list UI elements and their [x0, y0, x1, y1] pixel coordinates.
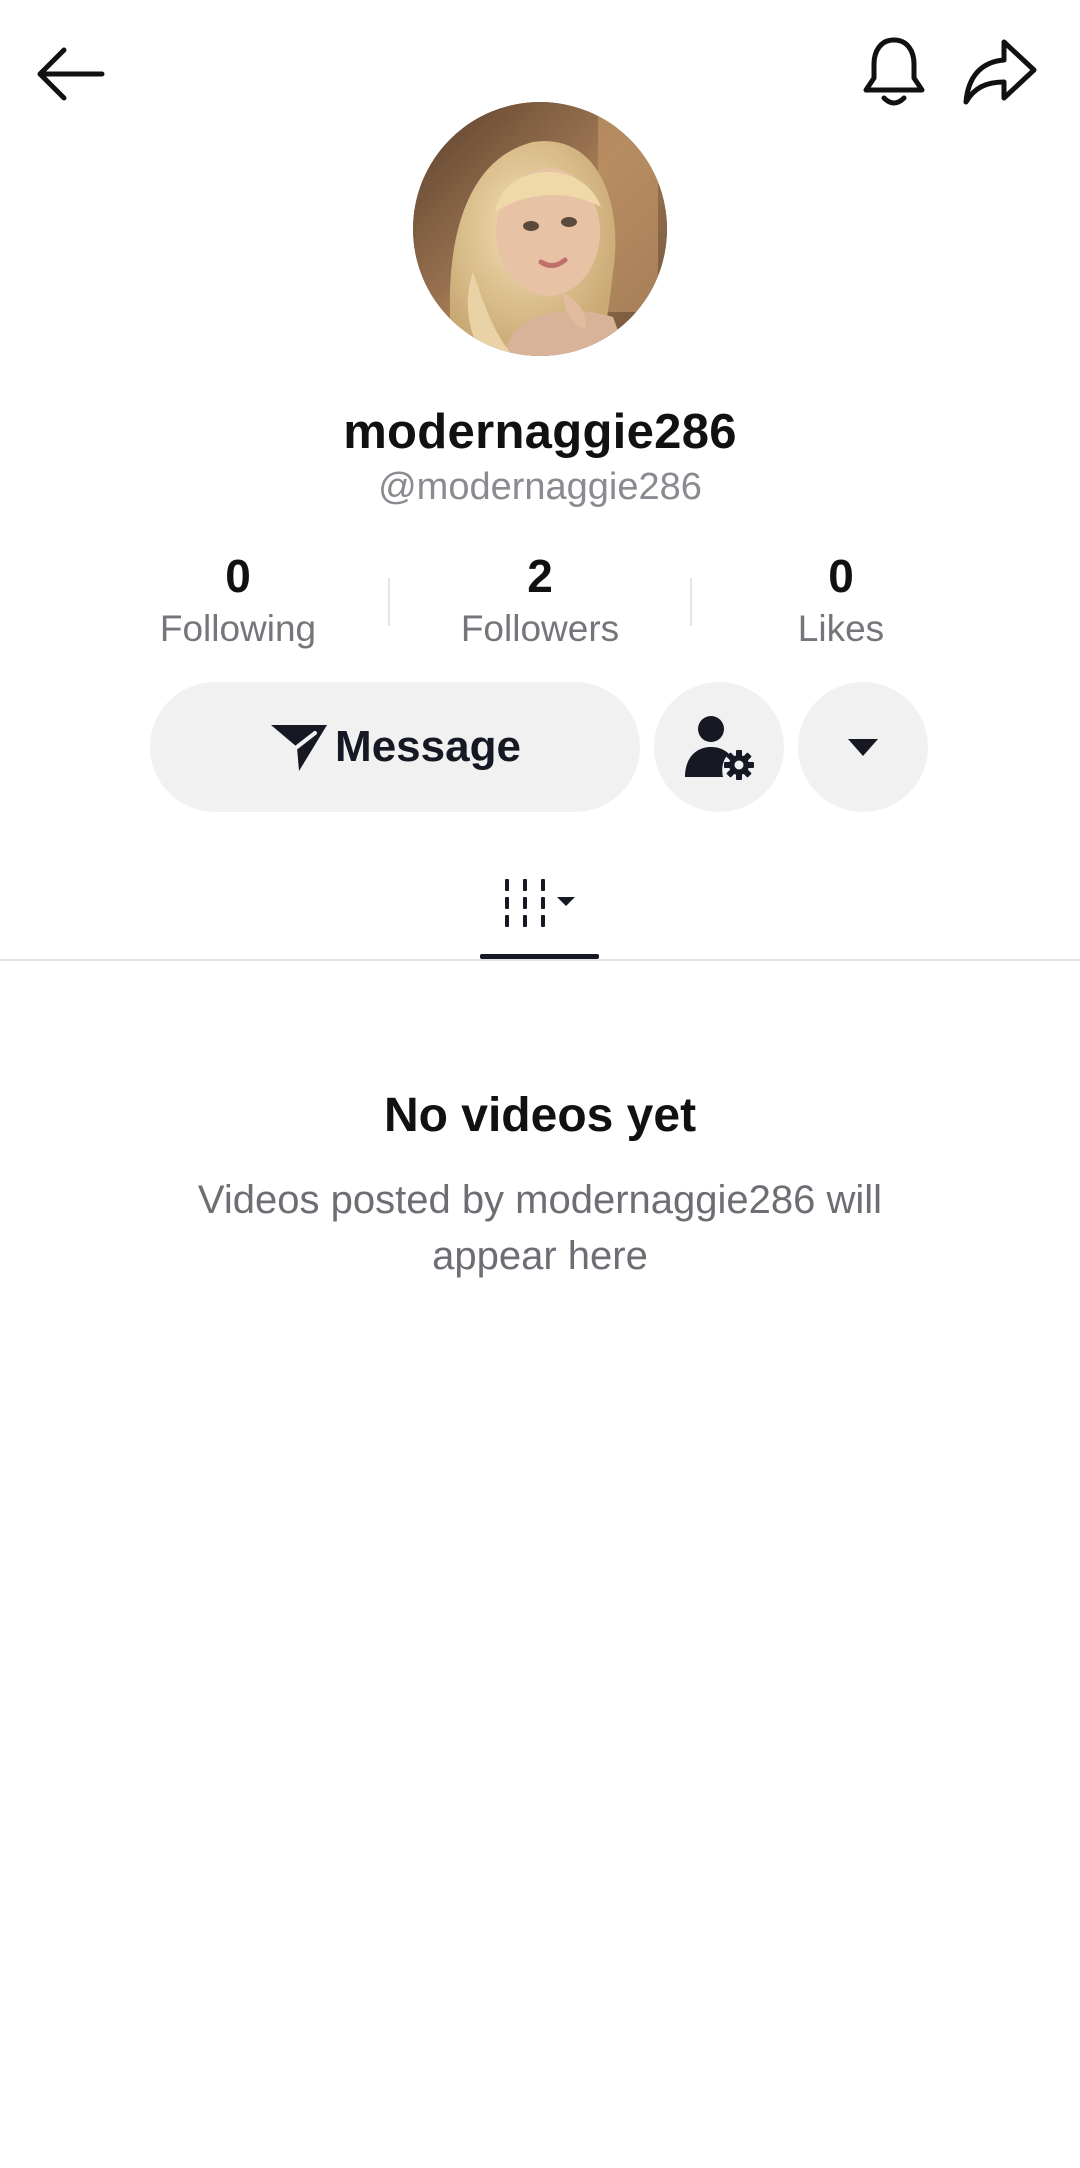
stat-divider — [388, 578, 390, 626]
profile-stats: 0 Following 2 Followers 0 Likes — [0, 548, 1080, 658]
username-handle: @modernaggie286 — [378, 466, 702, 508]
tab-videos[interactable] — [480, 850, 600, 960]
following-count: 0 — [225, 550, 251, 602]
avatar[interactable] — [413, 102, 667, 356]
person-gear-icon — [685, 716, 754, 780]
friend-settings-button[interactable] — [654, 682, 784, 812]
arrow-left-icon — [37, 47, 105, 101]
caret-down-icon — [848, 739, 878, 756]
empty-state-description: Videos posted by modernaggie286 will app… — [197, 1178, 883, 1278]
tab-divider — [0, 959, 1080, 961]
send-icon — [271, 725, 328, 771]
likes-label: Likes — [797, 608, 885, 649]
message-button-label: Message — [335, 722, 521, 771]
notification-button[interactable] — [860, 32, 928, 112]
more-options-button[interactable] — [798, 682, 928, 812]
followers-label: Followers — [460, 608, 620, 649]
following-label: Following — [159, 608, 317, 649]
profile-photo — [413, 102, 667, 356]
followers-stat[interactable]: 2 Followers — [420, 548, 660, 654]
share-arrow-icon — [963, 39, 1037, 105]
share-button[interactable] — [962, 36, 1038, 108]
bell-icon — [863, 37, 925, 106]
grid-columns-icon — [505, 879, 575, 927]
following-stat[interactable]: 0 Following — [118, 548, 358, 654]
stat-divider — [690, 578, 692, 626]
back-button[interactable] — [30, 36, 110, 112]
empty-state-title: No videos yet — [383, 1089, 697, 1142]
likes-count: 0 — [828, 550, 854, 602]
display-name: modernaggie286 — [343, 405, 737, 459]
followers-count: 2 — [527, 550, 553, 602]
likes-stat[interactable]: 0 Likes — [721, 548, 961, 654]
content-tab-bar — [0, 850, 1080, 961]
message-button[interactable]: Message — [150, 682, 640, 812]
